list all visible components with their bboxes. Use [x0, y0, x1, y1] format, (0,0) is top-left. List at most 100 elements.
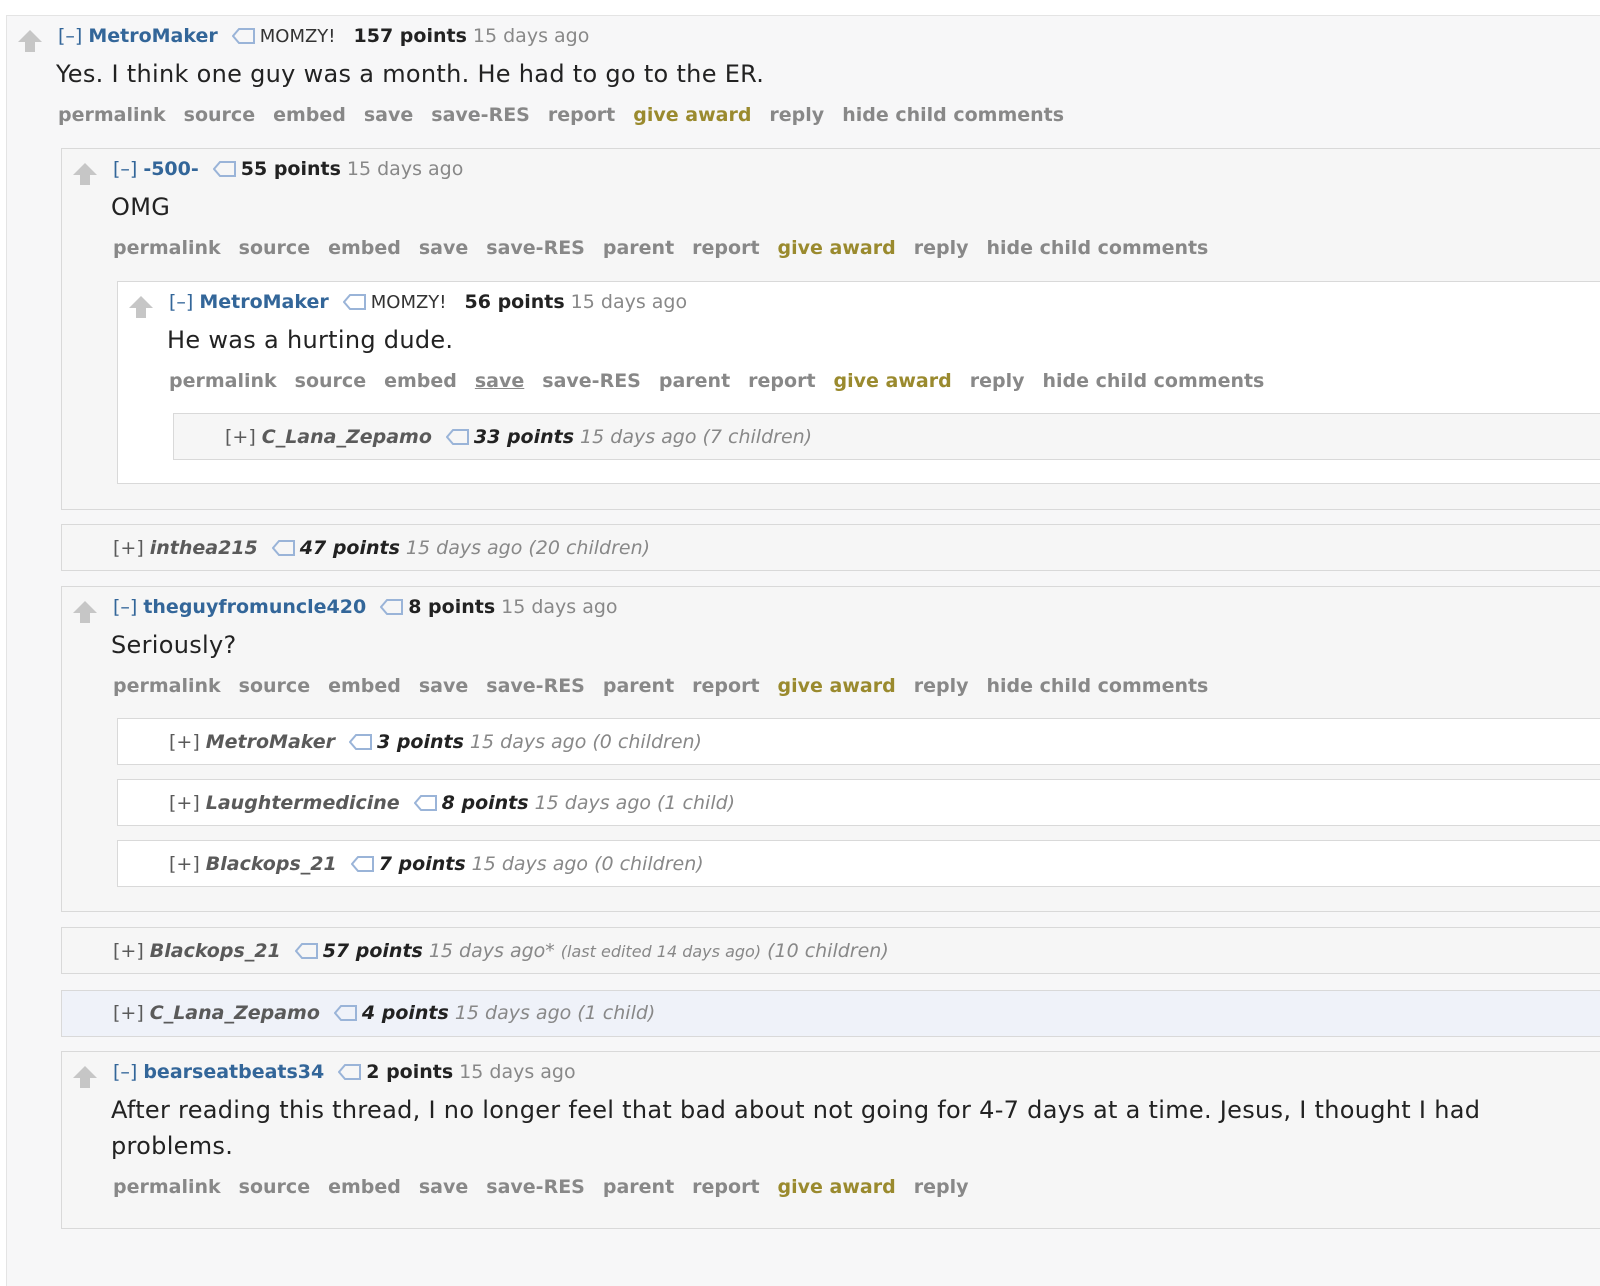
parent-button[interactable]: parent: [603, 675, 674, 697]
user-tag-icon[interactable]: [380, 598, 404, 616]
timestamp[interactable]: 15 days ago: [470, 731, 586, 753]
user-tag-icon[interactable]: [294, 942, 319, 960]
timestamp[interactable]: 15 days ago: [571, 291, 687, 313]
embed-button[interactable]: embed: [328, 675, 401, 697]
upvote-arrow-icon[interactable]: [127, 294, 155, 320]
hide-child-comments-button[interactable]: hide child comments: [986, 237, 1208, 259]
reply-button[interactable]: reply: [914, 675, 969, 697]
user-tag-icon[interactable]: [231, 27, 256, 45]
user-tag-icon[interactable]: [349, 733, 373, 751]
collapse-toggle[interactable]: [–]: [169, 291, 193, 313]
timestamp[interactable]: 15 days ago: [455, 1002, 571, 1024]
source-button[interactable]: source: [239, 237, 310, 259]
timestamp[interactable]: 15 days ago: [473, 25, 589, 47]
parent-button[interactable]: parent: [603, 237, 674, 259]
source-button[interactable]: source: [295, 370, 366, 392]
hide-child-comments-button[interactable]: hide child comments: [986, 675, 1208, 697]
collapse-toggle[interactable]: [–]: [113, 158, 137, 180]
permalink-button[interactable]: permalink: [113, 237, 221, 259]
upvote-arrow-icon[interactable]: [16, 28, 44, 54]
expand-toggle[interactable]: [+]: [169, 792, 200, 814]
reply-button[interactable]: reply: [914, 237, 969, 259]
timestamp[interactable]: 15 days ago: [459, 1061, 575, 1083]
save-button[interactable]: save: [419, 675, 468, 697]
report-button[interactable]: report: [548, 104, 615, 126]
upvote-arrow-icon[interactable]: [71, 599, 99, 625]
source-button[interactable]: source: [239, 1176, 310, 1198]
permalink-button[interactable]: permalink: [169, 370, 277, 392]
upvote-arrow-icon[interactable]: [71, 161, 99, 187]
timestamp[interactable]: 15 days ago: [501, 596, 617, 618]
user-tag-icon[interactable]: [338, 1063, 362, 1081]
embed-button[interactable]: embed: [328, 1176, 401, 1198]
parent-button[interactable]: parent: [603, 1176, 674, 1198]
expand-toggle[interactable]: [+]: [113, 537, 144, 559]
author-link[interactable]: C_Lana_Zepamo: [150, 1002, 320, 1024]
expand-toggle[interactable]: [+]: [169, 731, 200, 753]
hide-child-comments-button[interactable]: hide child comments: [1042, 370, 1264, 392]
user-tag-icon[interactable]: [445, 428, 470, 446]
embed-button[interactable]: embed: [384, 370, 457, 392]
give-award-button[interactable]: give award: [778, 675, 896, 697]
author-link[interactable]: C_Lana_Zepamo: [262, 426, 432, 448]
save-button[interactable]: save: [419, 237, 468, 259]
timestamp[interactable]: 15 days ago: [406, 537, 522, 559]
author-link[interactable]: theguyfromuncle420: [143, 596, 366, 618]
collapse-toggle[interactable]: [–]: [113, 1061, 137, 1083]
save-button[interactable]: save: [364, 104, 413, 126]
author-link[interactable]: MetroMaker: [206, 731, 335, 753]
timestamp[interactable]: 15 days ago: [535, 792, 651, 814]
expand-toggle[interactable]: [+]: [113, 1002, 144, 1024]
save-res-button[interactable]: save-RES: [431, 104, 530, 126]
expand-toggle[interactable]: [+]: [113, 940, 144, 962]
hide-child-comments-button[interactable]: hide child comments: [842, 104, 1064, 126]
source-button[interactable]: source: [239, 675, 310, 697]
save-res-button[interactable]: save-RES: [542, 370, 641, 392]
timestamp[interactable]: 15 days ago: [347, 158, 463, 180]
give-award-button[interactable]: give award: [778, 1176, 896, 1198]
user-tag-icon[interactable]: [333, 1004, 358, 1022]
permalink-button[interactable]: permalink: [113, 1176, 221, 1198]
save-button[interactable]: save: [419, 1176, 468, 1198]
reply-button[interactable]: reply: [970, 370, 1025, 392]
save-button[interactable]: save: [475, 370, 524, 392]
user-tag-icon[interactable]: [413, 794, 438, 812]
author-link[interactable]: MetroMaker: [199, 291, 328, 313]
expand-toggle[interactable]: [+]: [169, 853, 200, 875]
reply-button[interactable]: reply: [769, 104, 824, 126]
author-link[interactable]: Blackops_21: [150, 940, 281, 962]
author-link[interactable]: MetroMaker: [88, 25, 217, 47]
save-res-button[interactable]: save-RES: [486, 675, 585, 697]
permalink-button[interactable]: permalink: [58, 104, 166, 126]
user-tag-icon[interactable]: [342, 293, 367, 311]
author-link[interactable]: inthea215: [150, 537, 258, 559]
report-button[interactable]: report: [692, 237, 759, 259]
timestamp[interactable]: 15 days ago*: [429, 940, 555, 962]
save-res-button[interactable]: save-RES: [486, 1176, 585, 1198]
author-link[interactable]: Blackops_21: [206, 853, 337, 875]
collapse-toggle[interactable]: [–]: [113, 596, 137, 618]
save-res-button[interactable]: save-RES: [486, 237, 585, 259]
author-link[interactable]: bearseatbeats34: [143, 1061, 324, 1083]
give-award-button[interactable]: give award: [834, 370, 952, 392]
author-link[interactable]: -500-: [143, 158, 198, 180]
report-button[interactable]: report: [692, 675, 759, 697]
embed-button[interactable]: embed: [328, 237, 401, 259]
report-button[interactable]: report: [692, 1176, 759, 1198]
upvote-arrow-icon[interactable]: [71, 1064, 99, 1090]
user-tag-icon[interactable]: [212, 160, 237, 178]
timestamp[interactable]: 15 days ago: [580, 426, 696, 448]
user-tag-icon[interactable]: [271, 539, 296, 557]
report-button[interactable]: report: [748, 370, 815, 392]
give-award-button[interactable]: give award: [778, 237, 896, 259]
collapse-toggle[interactable]: [–]: [58, 25, 82, 47]
user-tag-icon[interactable]: [350, 855, 375, 873]
author-link[interactable]: Laughtermedicine: [206, 792, 400, 814]
expand-toggle[interactable]: [+]: [225, 426, 256, 448]
permalink-button[interactable]: permalink: [113, 675, 221, 697]
source-button[interactable]: source: [184, 104, 255, 126]
give-award-button[interactable]: give award: [633, 104, 751, 126]
reply-button[interactable]: reply: [914, 1176, 969, 1198]
parent-button[interactable]: parent: [659, 370, 730, 392]
timestamp[interactable]: 15 days ago: [472, 853, 588, 875]
